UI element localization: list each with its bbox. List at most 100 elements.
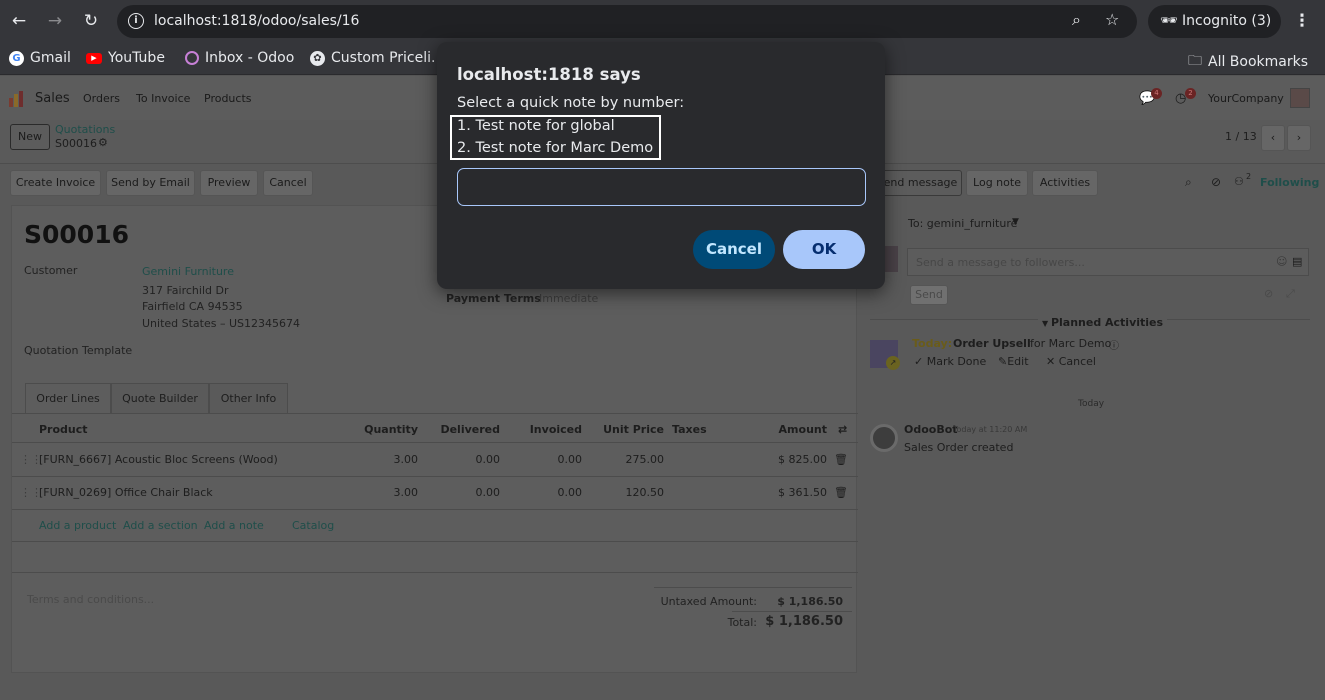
all-bookmarks[interactable]: 🗀 All Bookmarks: [1188, 50, 1308, 74]
send-message-button[interactable]: Send message: [872, 170, 962, 196]
zoom-icon[interactable]: ⌕: [1072, 10, 1081, 30]
bookmark-youtube[interactable]: ▶ YouTube: [86, 50, 165, 66]
col-invoiced[interactable]: Invoiced: [512, 423, 582, 436]
back-arrow-icon[interactable]: ←: [8, 10, 30, 32]
bookmark-gmail[interactable]: G Gmail: [9, 50, 71, 66]
edit-label: Edit: [1007, 355, 1029, 368]
planned-activities-toggle[interactable]: ▼ Planned Activities: [1038, 316, 1168, 329]
menu-products[interactable]: Products: [204, 92, 252, 105]
dialog-title: localhost:1818 says: [457, 65, 641, 84]
cancel-button[interactable]: Cancel: [693, 230, 775, 269]
browser-menu-icon[interactable]: ⋮: [1291, 10, 1313, 32]
dialog-option: 1. Test note for global: [457, 118, 615, 134]
activities-button[interactable]: Activities: [1032, 170, 1098, 196]
forward-arrow-icon[interactable]: →: [44, 10, 66, 32]
record-title: S00016: [24, 220, 129, 249]
activity-assignee: for Marc Demo: [1030, 337, 1112, 350]
add-note-link[interactable]: Add a note: [204, 519, 264, 532]
expand-icon[interactable]: ⤢: [1286, 287, 1295, 301]
message-body: Sales Order created: [904, 441, 1014, 454]
address-bar[interactable]: i localhost:1818/odoo/sales/16 ⌕ ☆: [117, 5, 1137, 38]
bookmark-label: Gmail: [30, 50, 71, 66]
breadcrumb-quotations[interactable]: Quotations: [55, 123, 115, 136]
payment-terms-field[interactable]: Immediate: [539, 292, 598, 305]
add-section-link[interactable]: Add a section: [123, 519, 198, 532]
catalog-link[interactable]: Catalog: [292, 519, 334, 532]
line-unit-price[interactable]: 120.50: [597, 486, 665, 499]
cancel-label: Cancel: [1058, 355, 1096, 368]
user-avatar[interactable]: [1290, 88, 1310, 108]
send-by-email-button[interactable]: Send by Email: [106, 170, 195, 196]
mark-done-link[interactable]: ✓ Mark Done: [914, 355, 986, 368]
odoo-icon: [185, 51, 199, 65]
column-settings-icon[interactable]: ⇄: [838, 423, 847, 436]
create-invoice-button[interactable]: Create Invoice: [10, 170, 101, 196]
search-icon[interactable]: ⌕: [1185, 175, 1192, 190]
following-button[interactable]: Following: [1260, 176, 1319, 189]
add-product-link[interactable]: Add a product: [39, 519, 116, 532]
bookmark-inbox-odoo[interactable]: Inbox - Odoo: [185, 50, 294, 66]
dialog-message: Select a quick note by number:: [457, 95, 685, 111]
col-product[interactable]: Product: [39, 423, 88, 436]
line-product[interactable]: [FURN_6667] Acoustic Bloc Screens (Wood): [39, 453, 278, 466]
site-info-icon[interactable]: i: [128, 13, 144, 29]
col-unit-price[interactable]: Unit Price: [597, 423, 664, 436]
col-taxes[interactable]: Taxes: [672, 423, 707, 436]
messages-badge: 4: [1151, 88, 1162, 99]
tab-other-info[interactable]: Other Info: [209, 383, 288, 413]
menu-orders[interactable]: Orders: [83, 92, 120, 105]
followers-icon[interactable]: ⚇: [1234, 175, 1244, 188]
document-icon[interactable]: ▤: [1292, 255, 1302, 268]
customer-link[interactable]: Gemini Furniture: [142, 265, 234, 278]
ok-button[interactable]: OK: [783, 230, 865, 269]
bookmark-star-icon[interactable]: ☆: [1105, 10, 1119, 29]
table-row[interactable]: ⋮⋮ [FURN_6667] Acoustic Bloc Screens (Wo…: [12, 444, 858, 477]
col-amount[interactable]: Amount: [762, 423, 827, 436]
tab-order-lines[interactable]: Order Lines: [25, 383, 111, 413]
activity-title: Order Upsell: [953, 337, 1031, 350]
message-input[interactable]: Send a message to followers... ☺ ▤: [907, 248, 1309, 276]
tab-quote-builder[interactable]: Quote Builder: [111, 383, 209, 413]
line-amount: $ 825.00: [778, 453, 827, 466]
cancel-activity-link[interactable]: ✕ Cancel: [1046, 355, 1096, 368]
prompt-input[interactable]: [457, 168, 866, 206]
cancel-order-button[interactable]: Cancel: [263, 170, 313, 196]
author-name[interactable]: OdooBot: [904, 423, 958, 436]
line-quantity[interactable]: 3.00: [342, 486, 419, 499]
close-icon: ✕: [1046, 355, 1059, 368]
log-note-button[interactable]: Log note: [966, 170, 1028, 196]
table-row[interactable]: ⋮⋮ [FURN_0269] Office Chair Black 3.00 0…: [12, 477, 858, 510]
menu-to-invoice[interactable]: To Invoice: [136, 92, 190, 105]
message-placeholder: Send a message to followers...: [916, 256, 1085, 269]
trash-icon[interactable]: 🗑: [834, 453, 848, 466]
info-circle-icon[interactable]: ⓘ: [1109, 337, 1119, 352]
attachment-icon[interactable]: ⊘: [1264, 287, 1273, 300]
emoji-icon[interactable]: ☺: [1276, 255, 1287, 268]
new-button[interactable]: New: [10, 124, 50, 150]
incognito-badge[interactable]: 🕶 Incognito (3): [1148, 5, 1281, 38]
line-unit-price[interactable]: 275.00: [597, 453, 665, 466]
total-label: Total:: [727, 616, 757, 629]
paperclip-icon[interactable]: ⊘: [1211, 175, 1221, 189]
gear-icon[interactable]: ⚙: [98, 136, 108, 149]
app-name[interactable]: Sales: [35, 91, 70, 106]
bookmark-custom-pricelist[interactable]: ✿ Custom Priceli...: [310, 50, 444, 66]
trash-icon[interactable]: 🗑: [834, 486, 848, 499]
line-quantity[interactable]: 3.00: [342, 453, 419, 466]
send-button[interactable]: Send: [910, 285, 948, 305]
reload-icon[interactable]: ↻: [80, 10, 102, 32]
terms-input[interactable]: Terms and conditions...: [27, 593, 154, 606]
col-quantity[interactable]: Quantity: [342, 423, 418, 436]
line-product[interactable]: [FURN_0269] Office Chair Black: [39, 486, 213, 499]
address-line: 317 Fairchild Dr: [142, 284, 229, 297]
order-lines-header: Product Quantity Delivered Invoiced Unit…: [12, 413, 858, 443]
col-delivered[interactable]: Delivered: [432, 423, 500, 436]
edit-link[interactable]: ✎Edit: [998, 355, 1029, 368]
company-name[interactable]: YourCompany: [1208, 92, 1284, 105]
preview-button[interactable]: Preview: [200, 170, 258, 196]
sales-app-icon[interactable]: [9, 91, 27, 107]
pager-prev-button[interactable]: ‹: [1261, 125, 1285, 151]
caret-down-icon[interactable]: ▼: [1012, 217, 1019, 227]
pager-next-button[interactable]: ›: [1287, 125, 1311, 151]
google-icon: G: [9, 50, 24, 66]
